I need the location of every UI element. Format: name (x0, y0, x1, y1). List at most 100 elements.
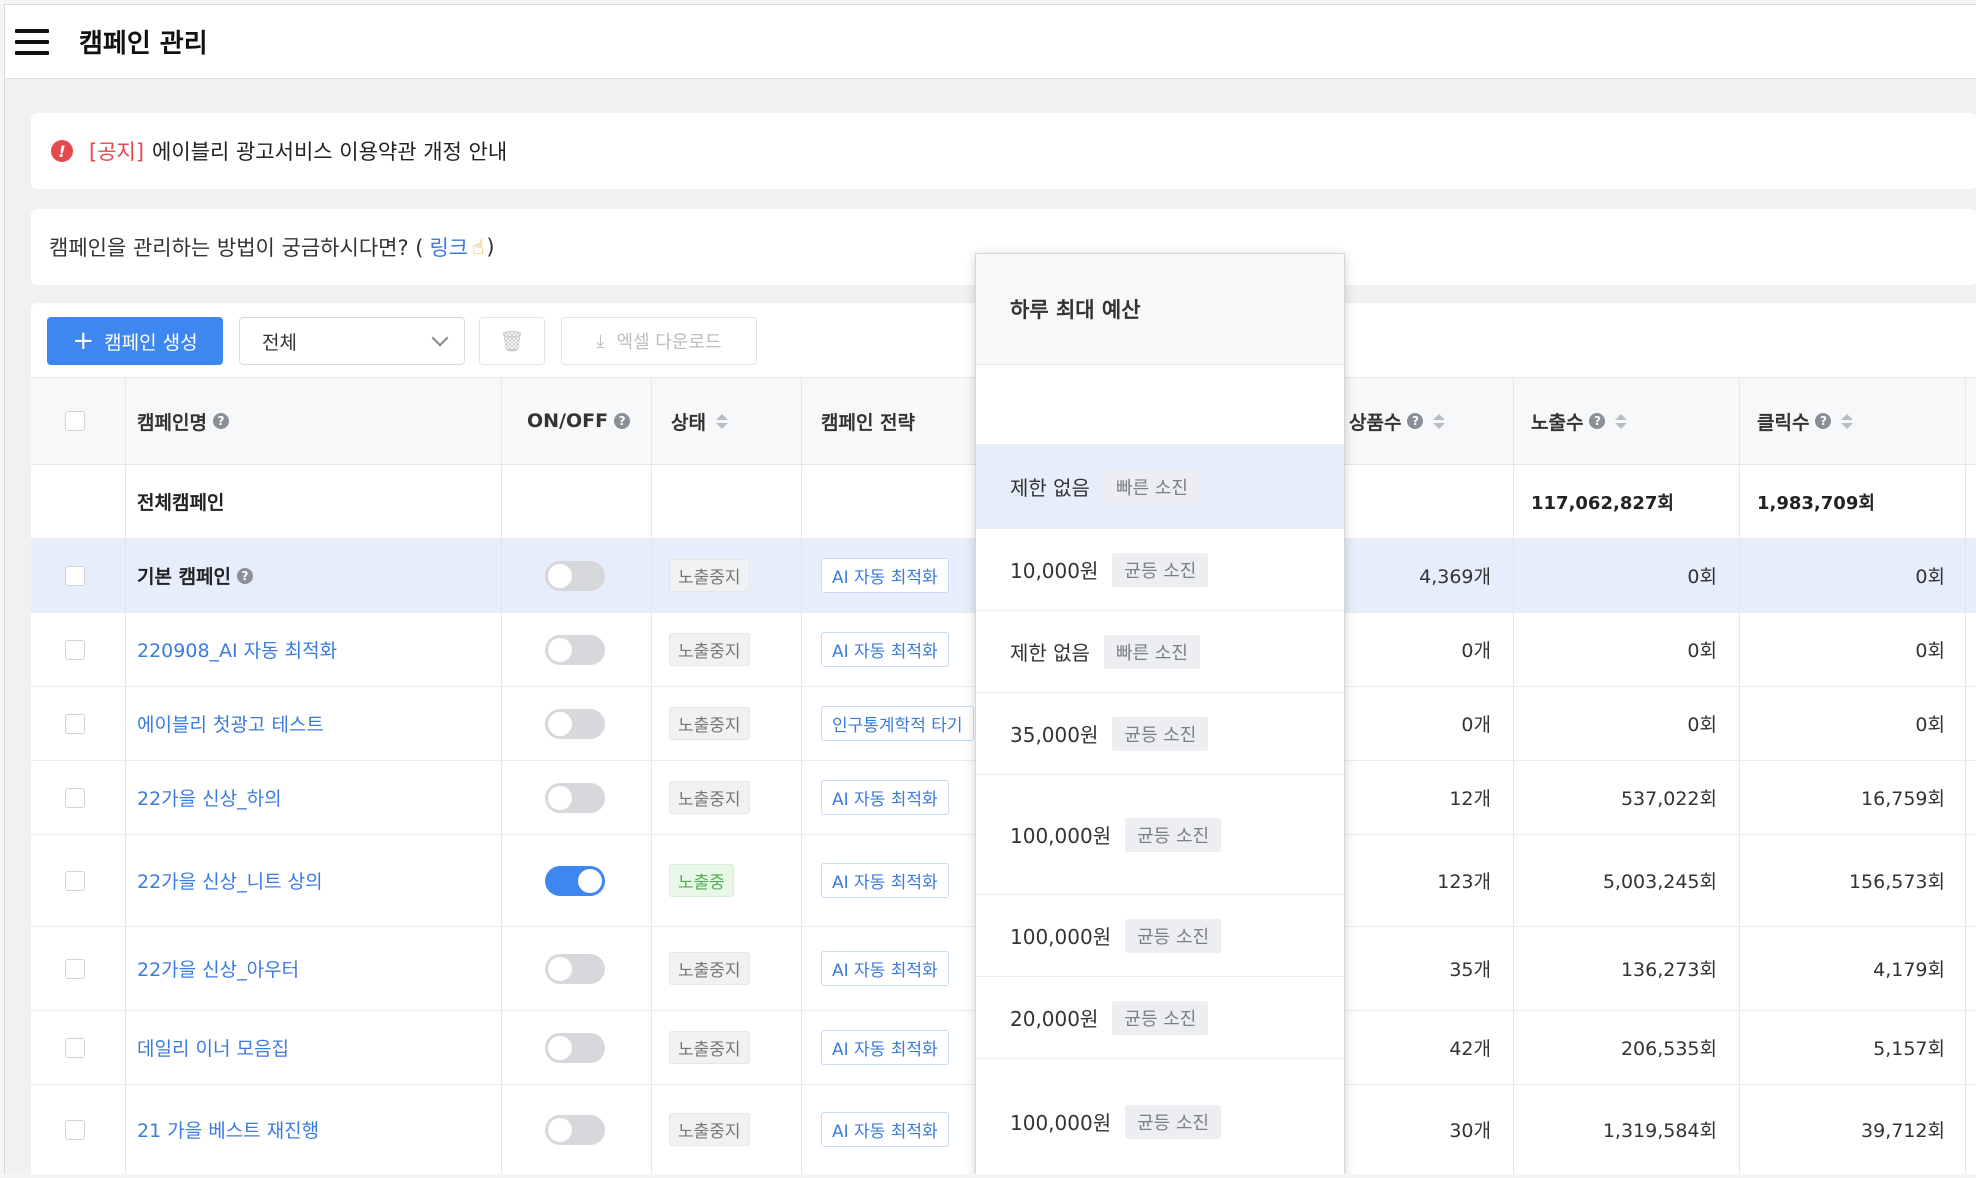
campaign-name[interactable]: 기본 캠페인 (137, 562, 231, 589)
budget-amount: 100,000원 (1010, 925, 1112, 949)
row-checkbox[interactable] (65, 1119, 85, 1140)
app-frame: 캠페인 관리 ! [공지] 에이블리 광고서비스 이용약관 개정 안내 캠페인을… (4, 4, 1976, 1174)
products-count: 123개 (1437, 871, 1491, 893)
column-clicks[interactable]: 클릭수? (1757, 378, 1854, 464)
budget-option[interactable]: 20,000원 균등 소진 (976, 976, 1344, 1058)
daily-budget-popup: 하루 최대 예산 제한 없음 빠른 소진 10,000원 균등 소진 제한 없음 빠… (975, 253, 1345, 1174)
budget-amount: 제한 없음 (1010, 476, 1090, 500)
help-icon[interactable]: ? (614, 413, 631, 429)
strategy-tag: AI 자동 최적화 (821, 951, 949, 986)
help-icon[interactable]: ? (237, 567, 254, 584)
budget-option[interactable]: 100,000원 균등 소진 (976, 1058, 1344, 1174)
excel-download-button[interactable]: ⤓ 엑셀 다운로드 (561, 317, 757, 365)
campaign-toggle[interactable] (545, 782, 605, 813)
campaign-name[interactable]: 220908_AI 자동 최적화 (137, 636, 337, 663)
campaign-toggle[interactable] (545, 708, 605, 739)
budget-option[interactable]: 100,000원 균등 소진 (976, 894, 1344, 976)
column-products[interactable]: 상품수? (1349, 378, 1446, 464)
budget-option[interactable]: 제한 없음 빠른 소진 (976, 444, 1344, 528)
delete-button[interactable]: 🗑 (479, 317, 545, 365)
campaign-name[interactable]: 데일리 이너 모음집 (137, 1034, 289, 1061)
total-clicks: 1,983,709회 (1757, 492, 1875, 514)
help-link[interactable]: 링크 (429, 232, 468, 262)
products-count: 0개 (1461, 640, 1491, 662)
excel-download-label: 엑셀 다운로드 (616, 332, 722, 353)
row-checkbox[interactable] (65, 958, 85, 979)
row-checkbox[interactable] (65, 1037, 85, 1058)
status-badge: 노출중 (669, 864, 734, 897)
sort-icon[interactable] (715, 413, 728, 429)
budget-amount: 제한 없음 (1010, 641, 1090, 665)
menu-icon[interactable] (15, 28, 49, 55)
filter-select[interactable]: 전체 (239, 317, 465, 365)
campaign-name[interactable]: 에이블리 첫광고 테스트 (137, 710, 324, 737)
impressions-count: 0회 (1687, 566, 1717, 588)
strategy-tag: AI 자동 최적화 (821, 1030, 949, 1065)
products-count: 35개 (1449, 959, 1491, 981)
help-paren: ) (486, 235, 495, 259)
campaign-toggle[interactable] (545, 634, 605, 665)
campaign-toggle[interactable] (545, 865, 605, 896)
page-title: 캠페인 관리 (79, 29, 208, 59)
top-bar: 캠페인 관리 (5, 5, 1976, 79)
column-status[interactable]: 상태 (671, 378, 728, 464)
row-checkbox[interactable] (65, 870, 85, 891)
column-divider (1965, 377, 1966, 1174)
clicks-count: 39,712회 (1861, 1120, 1945, 1142)
budget-option[interactable]: 35,000원 균등 소진 (976, 692, 1344, 774)
help-text: 캠페인을 관리하는 방법이 궁금하시다면? ( (49, 236, 424, 260)
row-checkbox[interactable] (65, 713, 85, 734)
trash-icon: 🗑 (499, 329, 525, 353)
chevron-down-icon (431, 329, 449, 347)
campaign-name[interactable]: 22가을 신상_니트 상의 (137, 867, 323, 894)
sort-icon[interactable] (1433, 413, 1446, 429)
clicks-count: 0회 (1915, 714, 1945, 736)
total-label: 전체캠페인 (137, 492, 225, 514)
sort-icon[interactable] (1841, 413, 1854, 429)
clicks-count: 16,759회 (1861, 788, 1945, 810)
filter-value: 전체 (262, 331, 297, 354)
strategy-tag: 인구통계학적 타기 (821, 706, 974, 741)
sort-icon[interactable] (1615, 413, 1628, 429)
column-divider (1739, 377, 1740, 1174)
row-checkbox[interactable] (65, 639, 85, 660)
campaign-name[interactable]: 22가을 신상_하의 (137, 784, 282, 811)
total-impressions: 117,062,827회 (1531, 492, 1674, 514)
budget-option[interactable]: 100,000원 균등 소진 (976, 774, 1344, 894)
column-strategy: 캠페인 전략 (821, 411, 916, 434)
products-count: 42개 (1449, 1038, 1491, 1060)
help-icon[interactable]: ? (212, 413, 229, 429)
plus-icon: + (72, 326, 95, 356)
row-checkbox[interactable] (65, 787, 85, 808)
strategy-tag: AI 자동 최적화 (821, 558, 949, 593)
column-impressions[interactable]: 노출수? (1531, 378, 1628, 464)
status-badge: 노출중지 (669, 559, 750, 592)
help-icon[interactable]: ? (1589, 413, 1606, 429)
notice-link[interactable]: 에이블리 광고서비스 이용약관 개정 안내 (152, 136, 507, 166)
campaign-name[interactable]: 22가을 신상_아우터 (137, 955, 299, 982)
status-badge: 노출중지 (669, 633, 750, 666)
budget-option[interactable]: 10,000원 균등 소진 (976, 528, 1344, 610)
campaign-name[interactable]: 21 가을 베스트 재진행 (137, 1116, 319, 1143)
campaign-toggle[interactable] (545, 1114, 605, 1145)
impressions-count: 537,022회 (1620, 788, 1717, 810)
clicks-count: 0회 (1915, 640, 1945, 662)
budget-amount: 10,000원 (1010, 559, 1099, 583)
budget-option[interactable]: 제한 없음 빠른 소진 (976, 610, 1344, 692)
campaign-toggle[interactable] (545, 560, 605, 591)
column-divider (801, 377, 802, 1174)
popup-spacer (976, 364, 1344, 444)
row-checkbox[interactable] (65, 565, 85, 586)
help-icon[interactable]: ? (1815, 413, 1832, 429)
impressions-count: 5,003,245회 (1602, 871, 1717, 893)
help-icon[interactable]: ? (1407, 413, 1424, 429)
status-badge: 노출중지 (669, 781, 750, 814)
products-count: 12개 (1449, 788, 1491, 810)
campaign-toggle[interactable] (545, 1032, 605, 1063)
create-campaign-button[interactable]: + 캠페인 생성 (47, 317, 223, 365)
impressions-count: 1,319,584회 (1602, 1120, 1717, 1142)
select-all-checkbox[interactable] (65, 411, 85, 431)
notice-banner[interactable]: ! [공지] 에이블리 광고서비스 이용약관 개정 안내 (31, 113, 1976, 189)
campaign-toggle[interactable] (545, 953, 605, 984)
spend-mode-badge: 균등 소진 (1125, 918, 1222, 953)
